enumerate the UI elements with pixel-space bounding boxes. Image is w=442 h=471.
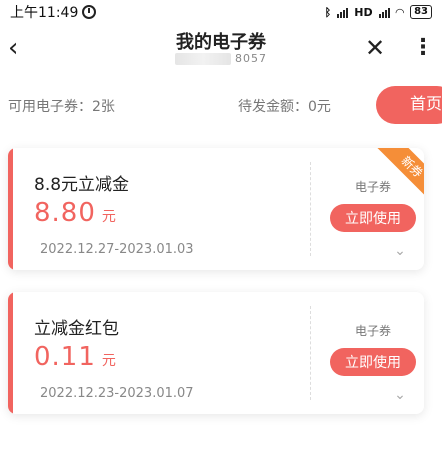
- coupon-validity: 2022.12.27-2023.01.03: [40, 242, 194, 257]
- chevron-down-icon[interactable]: ⌄: [393, 244, 407, 258]
- use-now-button[interactable]: 立即使用: [330, 348, 416, 376]
- amount-value: 8.80: [34, 198, 96, 228]
- available-count: 可用电子券：2张: [8, 99, 115, 115]
- coupon-accent-bar: [8, 148, 13, 270]
- coupon-card[interactable]: 8.8元立减金 8.80 元 2022.12.27-2023.01.03 电子券 …: [8, 148, 424, 270]
- coupon-name: 8.8元立减金: [34, 175, 130, 195]
- amount-unit: 元: [101, 209, 116, 225]
- signal-icon-2: [378, 6, 390, 18]
- use-now-button[interactable]: 立即使用: [330, 204, 416, 232]
- status-time: 上午11:49: [10, 5, 79, 21]
- coupon-card[interactable]: 立减金红包 0.11 元 2022.12.23-2023.01.07 电子券 立即…: [8, 292, 424, 414]
- coupon-amount: 8.80 元: [34, 198, 116, 228]
- alarm-icon: [82, 5, 97, 19]
- status-right: ᛒ HD ◠ 83: [325, 5, 432, 19]
- status-bar: 上午11:49 ᛒ HD ◠ 83: [0, 0, 442, 24]
- pending-amount: 待发金额：0元: [238, 99, 331, 115]
- battery-icon: 83: [410, 5, 432, 19]
- coupon-divider: [310, 306, 311, 400]
- nav-bar: ‹ 我的电子券 8057 ✕ ⋮: [0, 24, 442, 76]
- summary-row: 可用电子券：2张 待发金额：0元 首页: [0, 82, 442, 128]
- chevron-down-icon[interactable]: ⌄: [393, 388, 407, 402]
- coupon-type: 电子券: [354, 180, 391, 194]
- coupon-amount: 0.11 元: [34, 342, 116, 372]
- coupon-type: 电子券: [354, 324, 391, 338]
- more-icon[interactable]: ⋮: [412, 34, 434, 62]
- coupon-validity: 2022.12.23-2023.01.07: [40, 386, 194, 401]
- close-icon[interactable]: ✕: [362, 34, 388, 62]
- coupon-accent-bar: [8, 292, 13, 414]
- signal-icon: [337, 6, 349, 18]
- bluetooth-icon: ᛒ: [324, 5, 332, 19]
- amount-value: 0.11: [34, 342, 96, 372]
- wifi-icon: ◠: [395, 5, 405, 19]
- network-type-label: HD: [354, 5, 373, 19]
- subtitle-digits: 8057: [235, 52, 267, 65]
- coupon-divider: [310, 162, 311, 256]
- coupon-name: 立减金红包: [34, 319, 119, 339]
- home-button[interactable]: 首页: [376, 86, 442, 124]
- status-left: 上午11:49: [10, 2, 97, 22]
- amount-unit: 元: [101, 353, 116, 369]
- masked-number: [175, 53, 231, 65]
